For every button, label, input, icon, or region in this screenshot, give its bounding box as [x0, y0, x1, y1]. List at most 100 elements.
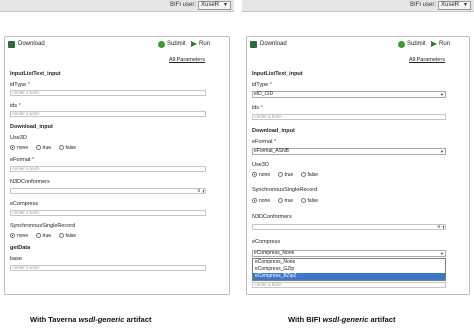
- use3d-label: Use3D: [10, 135, 27, 141]
- user-select[interactable]: XuseR ▼: [438, 1, 471, 10]
- use3d-radio-group: none true false: [252, 172, 324, 178]
- required-star: *: [274, 139, 277, 145]
- idtype-label: idType *: [10, 82, 30, 88]
- n3dconformers-label: N3DConformers: [10, 179, 50, 185]
- syncsingle-radio-group: none true false: [10, 233, 82, 239]
- syncsingle-radio-group: none true false: [252, 198, 324, 204]
- taverna-panel: BIFI user: XuseR ▼ Download Submit Run A…: [0, 0, 234, 335]
- n3dconformers-label: N3DConformers: [252, 214, 292, 220]
- radio-true[interactable]: true: [277, 172, 293, 178]
- radio-false[interactable]: false: [58, 145, 76, 151]
- user-select-value: XuseR: [201, 2, 220, 8]
- dropdown-option[interactable]: eCompress_GZip: [253, 266, 445, 273]
- syncsinglerecord-label: SynchronousSingleRecord: [252, 187, 318, 193]
- chevron-down-icon: ▼: [223, 2, 228, 8]
- radio-circle: [58, 233, 64, 238]
- ecompress-select-value: eCompress_None: [254, 250, 295, 256]
- chevron-down-icon: ▼: [440, 251, 444, 256]
- radio-circle: [300, 198, 306, 203]
- radio-circle: [10, 233, 15, 238]
- run-button[interactable]: Run: [439, 41, 450, 47]
- radio-true[interactable]: true: [35, 145, 51, 151]
- section-inputlisttext: InputListText_input: [10, 71, 61, 77]
- n3dconformers-input[interactable]: 0 ▲ ▼: [252, 224, 446, 230]
- radio-false[interactable]: false: [300, 198, 318, 204]
- download-title: Download: [18, 41, 45, 47]
- idtype-select-value: eID_CID: [254, 91, 274, 97]
- section-inputlisttext: InputListText_input: [252, 71, 303, 77]
- use3d-label: Use3D: [252, 162, 269, 168]
- radio-circle: [35, 145, 41, 150]
- idtype-label: idType *: [252, 82, 272, 88]
- all-parameters-link[interactable]: All Parameters: [409, 57, 445, 63]
- download-title: Download: [260, 41, 287, 47]
- bifi-user-label: BIFI user:: [170, 2, 197, 8]
- run-icon[interactable]: [191, 41, 197, 47]
- eformat-select-value: eFormat_ASNB: [254, 148, 290, 154]
- eformat-label: eFormat *: [10, 157, 35, 163]
- radio-false[interactable]: false: [58, 233, 76, 239]
- right-caption: With BIFI wsdl-generic artifact: [288, 315, 396, 324]
- left-caption: With Taverna wsdl-generic artifact: [30, 315, 152, 324]
- spinner-icon[interactable]: ▲ ▼: [442, 225, 445, 230]
- radio-none[interactable]: none: [10, 145, 28, 151]
- radio-circle: [58, 145, 64, 150]
- radio-none[interactable]: none: [252, 172, 270, 178]
- base-input[interactable]: <enter a text>: [10, 265, 206, 271]
- n3dconformers-input[interactable]: 0 ▲ ▼: [10, 188, 206, 194]
- trailing-input[interactable]: <enter a text>: [252, 282, 446, 288]
- radio-circle: [277, 172, 283, 177]
- chevron-down-icon: ▼: [440, 149, 444, 154]
- section-download-input: Download_input: [10, 124, 53, 130]
- chevron-down-icon: ▼: [440, 92, 444, 97]
- submit-icon[interactable]: [158, 41, 165, 48]
- submit-button[interactable]: Submit: [407, 41, 426, 47]
- required-star: *: [269, 82, 272, 88]
- radio-circle: [277, 198, 283, 203]
- ids-input[interactable]: <enter a text>: [252, 114, 446, 120]
- ids-input[interactable]: <enter a text>: [10, 111, 206, 117]
- radio-none[interactable]: none: [10, 233, 28, 239]
- bifi-panel: BIFI user: XuseR ▼ Download Submit Run A…: [242, 0, 474, 335]
- radio-circle: [252, 198, 257, 203]
- radio-circle: [10, 145, 15, 150]
- idtype-input[interactable]: <enter a text>: [10, 90, 206, 96]
- chevron-down-icon: ▼: [463, 2, 468, 8]
- radio-none[interactable]: none: [252, 198, 270, 204]
- eformat-input[interactable]: <enter a text>: [10, 166, 206, 172]
- download-icon: [8, 41, 15, 48]
- spinner-icon[interactable]: ▲ ▼: [202, 189, 205, 194]
- idtype-select[interactable]: eID_CID ▼: [252, 91, 446, 98]
- submit-button[interactable]: Submit: [167, 41, 186, 47]
- syncsinglerecord-label: SynchronousSingleRecord: [10, 223, 76, 229]
- section-download-input: Download_input: [252, 128, 295, 134]
- user-select[interactable]: XuseR ▼: [198, 1, 231, 10]
- n3dconformers-value: 0: [197, 188, 200, 193]
- submit-icon[interactable]: [398, 41, 405, 48]
- required-star: *: [27, 82, 30, 88]
- user-select-value: XuseR: [441, 2, 460, 8]
- form-header: Download Submit Run: [8, 40, 226, 50]
- radio-true[interactable]: true: [277, 198, 293, 204]
- bifi-user-label: BIFI user:: [410, 2, 437, 8]
- ecompress-input[interactable]: <enter a text>: [10, 210, 206, 216]
- base-label: base: [10, 256, 22, 262]
- ecompress-select[interactable]: eCompress_None ▼: [252, 250, 446, 257]
- eformat-select[interactable]: eFormat_ASNB ▼: [252, 148, 446, 155]
- required-star: *: [32, 157, 35, 163]
- all-parameters-link[interactable]: All Parameters: [169, 57, 205, 63]
- radio-false[interactable]: false: [300, 172, 318, 178]
- dropdown-option[interactable]: eCompress_None: [253, 259, 445, 266]
- required-star: *: [18, 103, 21, 109]
- dropdown-option-selected[interactable]: eCompress_BZip2: [253, 273, 445, 280]
- run-button[interactable]: Run: [199, 41, 210, 47]
- top-bar: BIFI user: XuseR ▼: [242, 0, 474, 12]
- required-star: *: [260, 105, 263, 111]
- run-icon[interactable]: [431, 41, 437, 47]
- section-getdata: getData: [10, 245, 31, 251]
- use3d-radio-group: none true false: [10, 145, 82, 151]
- radio-true[interactable]: true: [35, 233, 51, 239]
- ecompress-label: eCompress: [252, 239, 281, 245]
- ecompress-label: eCompress: [10, 201, 39, 207]
- n3dconformers-value: 0: [437, 224, 440, 229]
